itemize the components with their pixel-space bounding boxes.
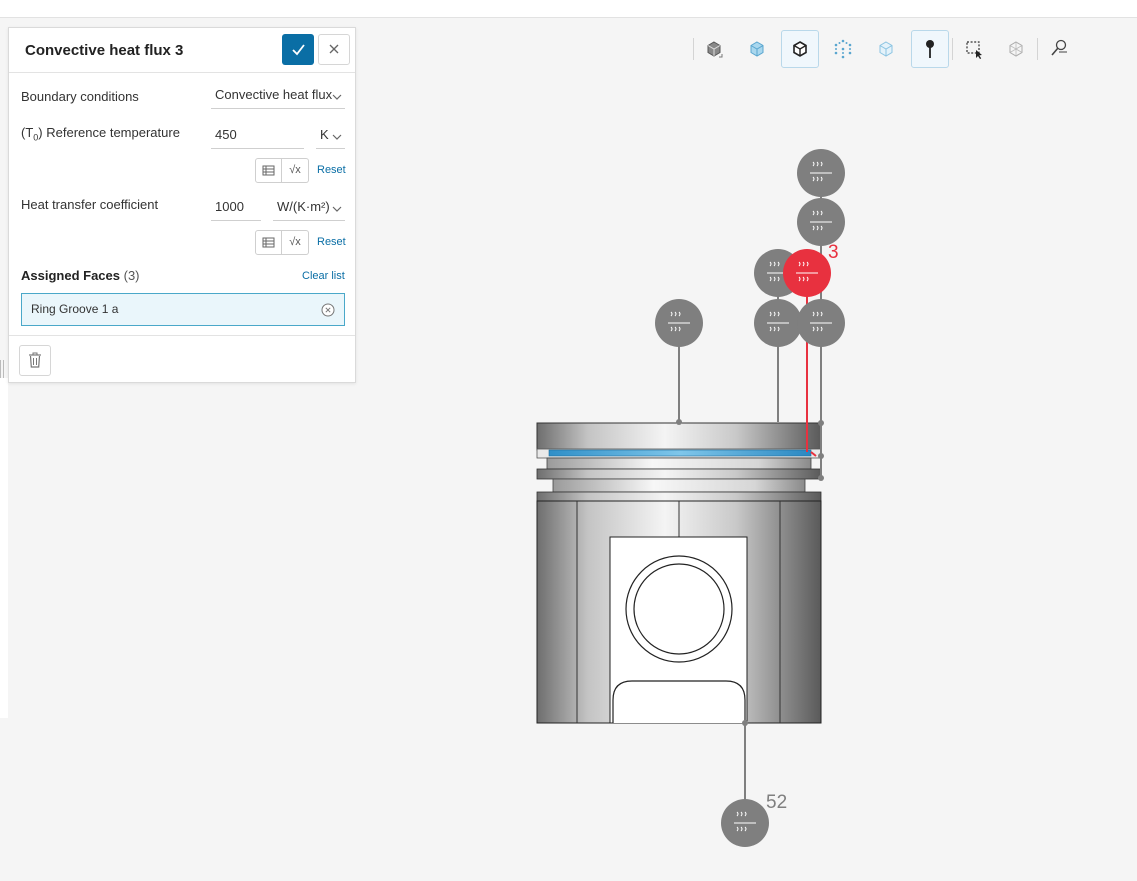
- ring-land-2[interactable]: [536, 468, 822, 480]
- viewport-scene[interactable]: 3 52: [0, 0, 1137, 881]
- heat-flux-marker[interactable]: [754, 299, 802, 347]
- ring-groove-highlight[interactable]: [548, 449, 812, 457]
- pin-bore-inner[interactable]: [633, 563, 725, 655]
- skirt-cutout[interactable]: [612, 680, 746, 723]
- ring-land-3[interactable]: [536, 491, 822, 502]
- piston-crown[interactable]: [536, 422, 822, 451]
- heat-flux-marker[interactable]: [655, 299, 703, 347]
- ring-groove-2[interactable]: [552, 478, 806, 493]
- ring-land-1[interactable]: [546, 457, 812, 470]
- heat-flux-marker[interactable]: [797, 149, 845, 197]
- heat-flux-marker-selected[interactable]: [783, 249, 831, 297]
- heat-flux-marker[interactable]: [721, 799, 769, 847]
- selected-marker-label: 3: [828, 242, 839, 263]
- heat-flux-marker[interactable]: [797, 299, 845, 347]
- heat-flux-marker[interactable]: [797, 198, 845, 246]
- piston-model[interactable]: [536, 422, 822, 724]
- bottom-marker-label: 52: [766, 792, 787, 813]
